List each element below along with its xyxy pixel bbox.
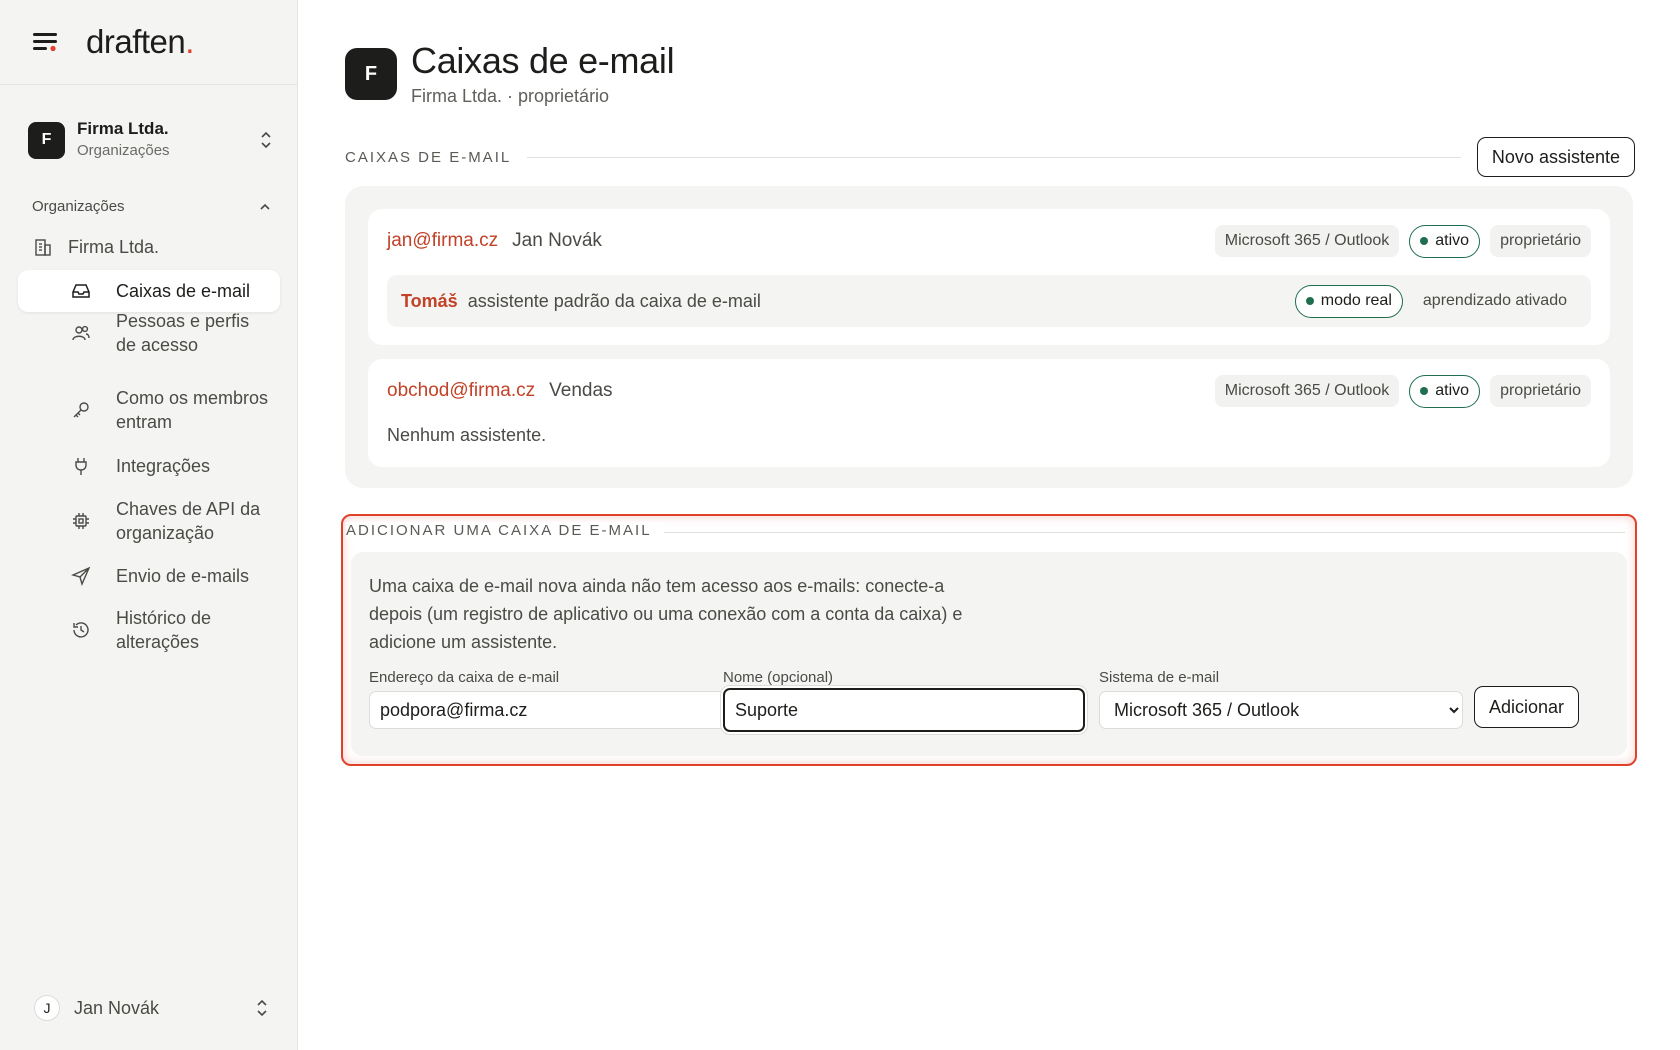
sidebar-item-org[interactable]: Firma Ltda. xyxy=(32,235,159,259)
section-label: ADICIONAR UMA CAIXA DE E-MAIL xyxy=(346,522,664,539)
chevron-up-icon xyxy=(260,203,270,210)
inbox-icon xyxy=(70,280,92,302)
add-mailbox-section: ADICIONAR UMA CAIXA DE E-MAIL Uma caixa … xyxy=(341,514,1637,766)
main-content: F Caixas de e-mail Firma Ltda. · proprie… xyxy=(298,0,1680,1050)
system-badge: Microsoft 365 / Outlook xyxy=(1214,225,1400,257)
mode-text: modo real xyxy=(1320,292,1392,309)
sidebar-item-history[interactable]: Histórico de alterações xyxy=(70,606,270,654)
sidebar-item-label: Histórico de alterações xyxy=(116,608,212,652)
mailbox-email-link[interactable]: jan@firma.cz xyxy=(387,230,498,252)
sidebar-item-integrations[interactable]: Integrações xyxy=(70,454,270,478)
address-field-group: Endereço da caixa de e-mail xyxy=(369,669,731,729)
sidebar-item-label: Caixas de e-mail xyxy=(116,281,251,301)
user-avatar: J xyxy=(34,995,60,1021)
add-mailbox-description: Uma caixa de e-mail nova ainda não tem a… xyxy=(369,576,963,652)
plug-icon xyxy=(70,455,92,477)
mailbox-email-link[interactable]: obchod@firma.cz xyxy=(387,380,535,402)
org-avatar: F xyxy=(28,121,65,159)
mailboxes-section-header: CAIXAS DE E-MAIL Novo assistente xyxy=(345,137,1635,177)
name-label: Nome (opcional) xyxy=(723,669,834,686)
status-badge: ativo xyxy=(1409,224,1481,258)
user-menu[interactable]: J Jan Novák xyxy=(34,995,270,1021)
status-text: ativo xyxy=(1435,232,1470,249)
section-label: CAIXAS DE E-MAIL xyxy=(345,148,512,166)
organizations-section-toggle[interactable]: Organizações xyxy=(32,198,272,215)
page-avatar: F xyxy=(345,48,397,100)
status-text: ativo xyxy=(1435,382,1470,399)
chevron-updown-icon xyxy=(261,131,271,149)
assistant-row: Tomáš assistente padrão da caixa de e-ma… xyxy=(387,275,1591,327)
history-icon xyxy=(70,619,92,641)
address-label: Endereço da caixa de e-mail xyxy=(369,669,560,686)
org-switcher[interactable]: F Firma Ltda. Organizações xyxy=(28,115,274,165)
status-dot-icon xyxy=(1305,297,1314,305)
org-subtitle: Organizações xyxy=(77,142,170,159)
sidebar-item-label: Firma Ltda. xyxy=(68,237,160,257)
name-field-group: Nome (opcional) xyxy=(723,669,1085,732)
chip-icon xyxy=(70,510,92,532)
page-subtitle: Firma Ltda. · proprietário xyxy=(411,86,610,106)
status-dot-icon xyxy=(1420,387,1429,395)
send-icon xyxy=(70,565,92,587)
sidebar-item-label: Pessoas e perfis de acesso xyxy=(116,311,250,355)
add-button[interactable]: Adicionar xyxy=(1474,686,1580,728)
assistant-description: assistente padrão da caixa de e-mail xyxy=(467,290,761,311)
assistant-name-link[interactable]: Tomáš xyxy=(401,291,458,312)
building-icon xyxy=(32,236,54,258)
role-badge: proprietário xyxy=(1490,375,1591,407)
mailbox-name: Jan Novák xyxy=(512,230,602,251)
status-badge: ativo xyxy=(1409,374,1481,408)
add-mailbox-form: Uma caixa de e-mail nova ainda não tem a… xyxy=(351,552,1627,756)
divider xyxy=(527,156,1461,158)
system-badge: Microsoft 365 / Outlook xyxy=(1214,375,1400,407)
sidebar-item-label: Chaves de API da organização xyxy=(116,499,261,543)
mailbox-name-input[interactable] xyxy=(723,688,1085,732)
sidebar-item-label: Como os membros entram xyxy=(116,388,269,432)
status-dot-icon xyxy=(1420,237,1429,245)
key-icon xyxy=(70,399,92,421)
mailbox-address-input[interactable] xyxy=(369,691,731,729)
sidebar-item-people[interactable]: Pessoas e perfis de acesso xyxy=(70,309,270,357)
email-system-select[interactable]: Microsoft 365 / Outlook xyxy=(1099,691,1463,729)
section-title: Organizações xyxy=(32,198,125,215)
page-title: Caixas de e-mail xyxy=(411,40,675,81)
role-badge: proprietário xyxy=(1490,225,1591,257)
sidebar-item-member-login[interactable]: Como os membros entram xyxy=(70,386,270,434)
mailbox-list: jan@firma.cz Jan Novák Microsoft 365 / O… xyxy=(345,186,1633,488)
system-label: Sistema de e-mail xyxy=(1099,669,1220,686)
learning-badge: aprendizado ativado xyxy=(1422,292,1567,309)
menu-icon[interactable] xyxy=(32,27,62,57)
new-assistant-button[interactable]: Novo assistente xyxy=(1476,137,1635,177)
logo: draften. xyxy=(86,23,194,60)
mode-badge: modo real xyxy=(1294,284,1403,318)
sidebar-item-api-keys[interactable]: Chaves de API da organização xyxy=(70,497,270,545)
page-header: F Caixas de e-mail Firma Ltda. · proprie… xyxy=(345,40,675,107)
sidebar-item-email-sending[interactable]: Envio de e-mails xyxy=(70,564,270,588)
mailbox-card: jan@firma.cz Jan Novák Microsoft 365 / O… xyxy=(368,209,1610,345)
sidebar-item-label: Integrações xyxy=(116,456,211,476)
system-field-group: Sistema de e-mail Microsoft 365 / Outloo… xyxy=(1099,669,1463,729)
divider xyxy=(643,532,1625,533)
sidebar: draften. F Firma Ltda. Organizações Orga… xyxy=(0,0,298,1050)
brand-header: draften. xyxy=(0,0,297,85)
no-assistant-text: Nenhum assistente. xyxy=(387,425,547,445)
mailbox-name: Vendas xyxy=(549,380,613,401)
sidebar-item-label: Envio de e-mails xyxy=(116,566,250,586)
org-name: Firma Ltda. xyxy=(77,119,169,138)
user-name: Jan Novák xyxy=(74,997,160,1018)
chevron-updown-icon xyxy=(257,999,267,1017)
sidebar-item-mailboxes[interactable]: Caixas de e-mail xyxy=(18,270,280,312)
mailbox-card: obchod@firma.cz Vendas Microsoft 365 / O… xyxy=(368,359,1610,467)
users-icon xyxy=(70,322,92,344)
